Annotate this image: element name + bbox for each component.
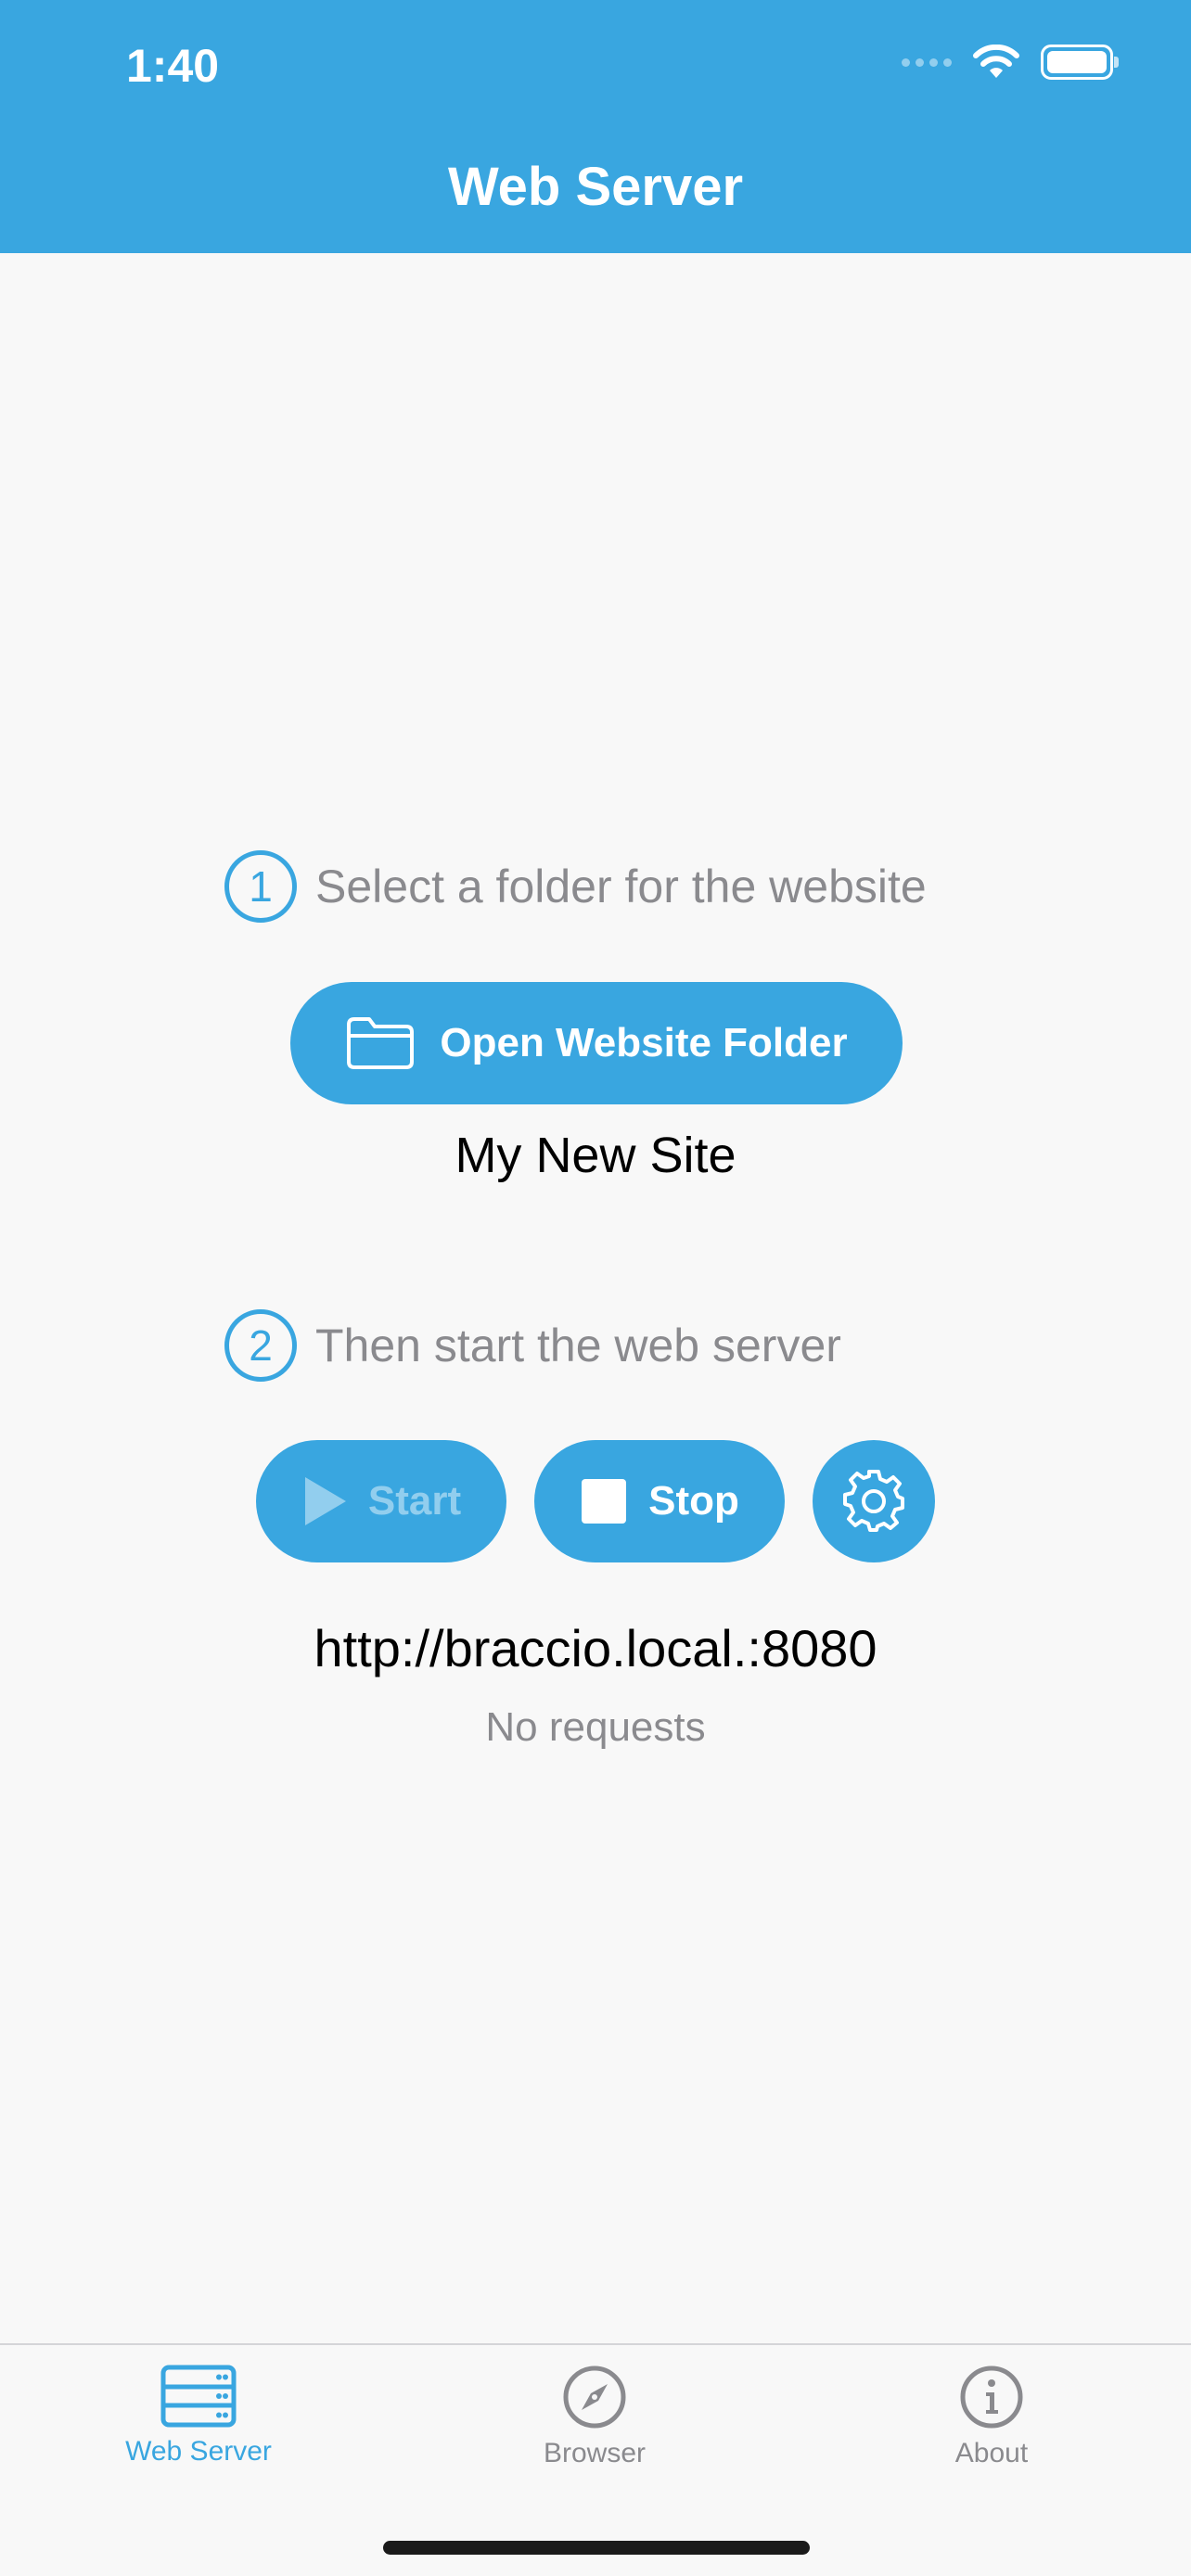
home-indicator[interactable]	[383, 2541, 810, 2555]
wifi-icon	[973, 45, 1019, 78]
cellular-signal-icon	[902, 57, 952, 67]
tab-web-server-label: Web Server	[125, 2436, 272, 2467]
step-1-number-badge: 1	[224, 850, 297, 923]
open-website-folder-button[interactable]: Open Website Folder	[290, 982, 903, 1104]
stop-button[interactable]: Stop	[534, 1440, 785, 1562]
battery-icon	[1041, 45, 1119, 80]
open-website-folder-label: Open Website Folder	[440, 1020, 848, 1065]
stop-icon	[582, 1479, 627, 1524]
tab-about[interactable]: About	[852, 2364, 1131, 2469]
folder-icon	[347, 1017, 415, 1069]
request-status: No requests	[485, 1704, 706, 1750]
status-time: 1:40	[126, 40, 220, 92]
start-label: Start	[367, 1478, 462, 1524]
selected-site-name: My New Site	[455, 1128, 736, 1183]
step-2-number-badge: 2	[224, 1309, 297, 1382]
step-2-row: 2 Then start the web server	[224, 1309, 841, 1382]
settings-button[interactable]	[813, 1440, 935, 1562]
tab-browser[interactable]: Browser	[455, 2364, 734, 2469]
step-1-instruction: Select a folder for the website	[315, 861, 927, 912]
server-url[interactable]: http://braccio.local.:8080	[0, 1618, 1191, 1678]
tab-web-server[interactable]: Web Server	[59, 2364, 338, 2468]
compass-icon	[563, 2366, 626, 2429]
step-1-row: 1 Select a folder for the website	[224, 850, 927, 923]
info-icon	[960, 2366, 1023, 2429]
start-button[interactable]: Start	[256, 1440, 506, 1562]
navigation-bar: 1:40 Web Server	[0, 0, 1191, 253]
server-icon	[160, 2365, 237, 2428]
play-icon	[304, 1477, 346, 1525]
page-title: Web Server	[447, 157, 744, 217]
stop-label: Stop	[648, 1478, 739, 1524]
tab-about-label: About	[954, 2438, 1029, 2468]
gear-icon	[843, 1470, 904, 1532]
status-icons	[902, 45, 1119, 80]
tab-browser-label: Browser	[543, 2438, 647, 2468]
step-2-instruction: Then start the web server	[315, 1320, 841, 1371]
